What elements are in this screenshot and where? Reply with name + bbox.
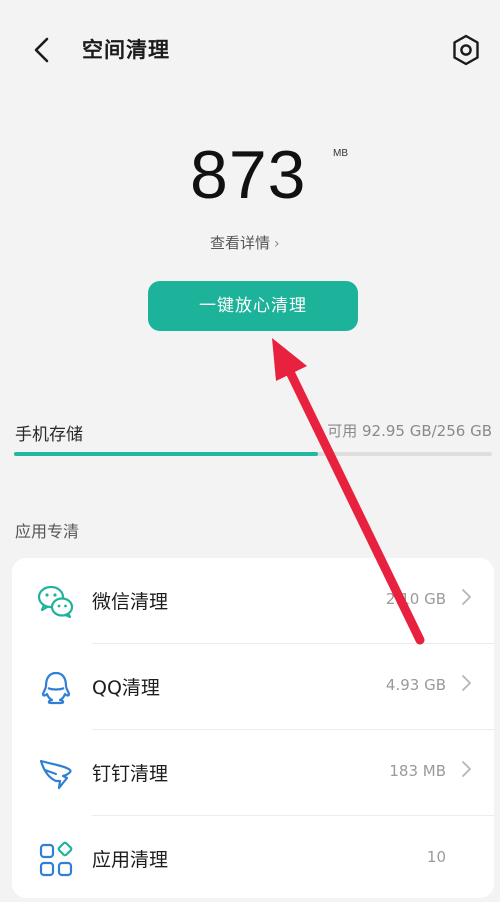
apps-grid-icon <box>36 840 76 880</box>
junk-size-unit: MB <box>333 148 348 159</box>
list-item-name: 微信清理 <box>92 591 169 613</box>
storage-label: 手机存储 <box>15 425 83 445</box>
list-item-qq[interactable]: QQ清理 4.93 GB <box>12 644 494 730</box>
wechat-icon <box>36 582 76 622</box>
back-arrow-icon[interactable] <box>28 32 58 68</box>
list-item-size: 10 <box>426 848 446 866</box>
list-item-name: 应用清理 <box>92 849 169 871</box>
chevron-right-icon <box>460 674 472 692</box>
chevron-right-icon <box>460 760 472 778</box>
qq-icon <box>36 668 76 708</box>
page-title: 空间清理 <box>82 38 170 62</box>
storage-progress-bar <box>14 452 492 456</box>
storage-info: 可用 92.95 GB/256 GB <box>327 422 492 440</box>
section-title: 应用专清 <box>15 522 80 541</box>
list-item-wechat[interactable]: 微信清理 2.10 GB <box>12 558 494 644</box>
dingtalk-icon <box>36 754 76 794</box>
gear-icon[interactable] <box>450 33 482 67</box>
list-item-apps[interactable]: 应用清理 10 <box>12 816 494 902</box>
app-header: 空间清理 <box>0 0 500 100</box>
list-item-dingtalk[interactable]: 钉钉清理 183 MB <box>12 730 494 816</box>
junk-size-value: 873 <box>190 137 307 213</box>
list-item-size: 2.10 GB <box>385 590 446 608</box>
list-item-size: 183 MB <box>389 762 446 780</box>
chevron-right-icon <box>460 588 472 606</box>
list-item-name: QQ清理 <box>92 677 160 699</box>
storage-progress-fill <box>14 452 319 456</box>
list-item-size: 4.93 GB <box>385 676 446 694</box>
one-key-clean-button[interactable]: 一键放心清理 <box>148 281 358 331</box>
list-item-name: 钉钉清理 <box>92 763 169 785</box>
chevron-right-icon: › <box>274 236 280 252</box>
app-clean-list: 微信清理 2.10 GB QQ清理 4.93 GB 钉钉清理 183 MB 应用… <box>12 558 494 898</box>
view-details-link[interactable]: 查看详情 › <box>210 232 280 253</box>
view-details-label: 查看详情 <box>210 234 271 252</box>
